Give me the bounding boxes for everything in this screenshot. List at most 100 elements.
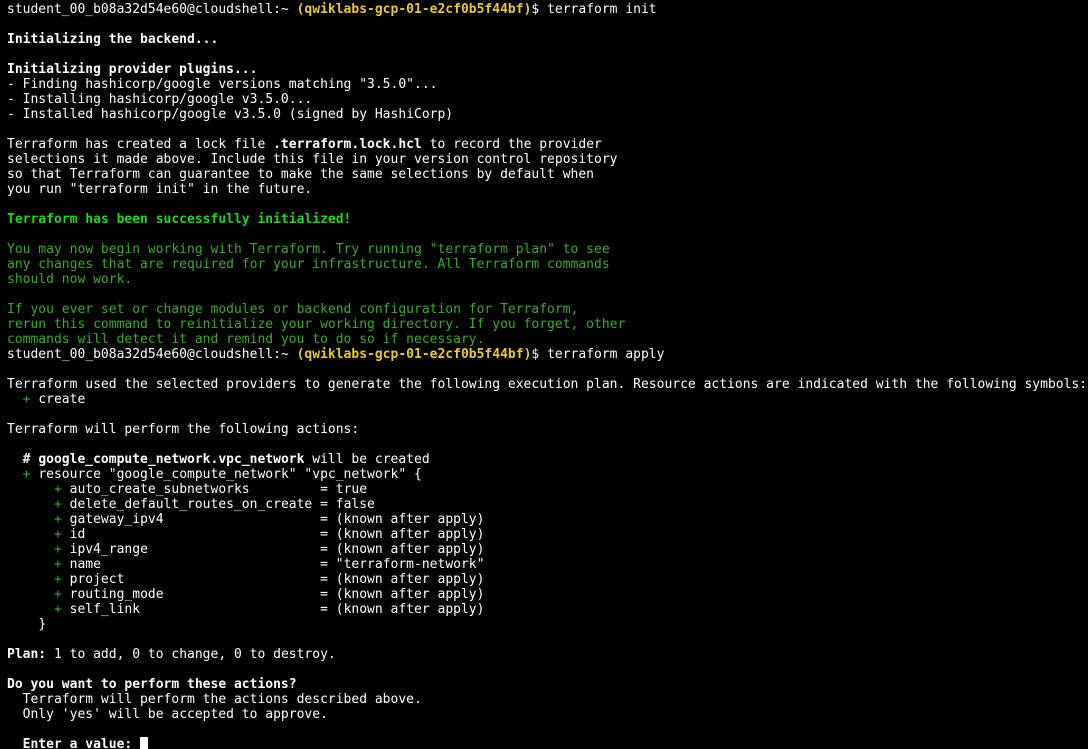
lock-text-a: Terraform has created a lock file bbox=[7, 137, 274, 152]
prompt-project: (qwiklabs-gcp-01-e2cf0b5f44bf) bbox=[296, 347, 532, 362]
attribute-value: = "terraform-network" bbox=[320, 557, 485, 572]
attribute-value: = (known after apply) bbox=[320, 527, 485, 542]
command-init: terraform init bbox=[547, 2, 657, 17]
plus-symbol: + bbox=[53, 557, 62, 572]
terminal-window[interactable]: student_00_b08a32d54e60@cloudshell:~ (qw… bbox=[0, 0, 1088, 749]
info-modules-3: commands will detect it and remind you t… bbox=[7, 332, 485, 347]
plan-intro-line: Terraform used the selected providers to… bbox=[7, 377, 1088, 392]
resource-comment-line: # google_compute_network.vpc_network wil… bbox=[7, 452, 1088, 467]
lock-file-line: Terraform has created a lock file .terra… bbox=[7, 137, 1088, 152]
text-cursor bbox=[140, 737, 149, 749]
init-plugins-line: Initializing provider plugins... bbox=[7, 62, 258, 77]
info-begin-3: should now work. bbox=[7, 272, 133, 287]
attribute-name: routing_mode bbox=[69, 587, 313, 602]
resource-attribute-row: + name = "terraform-network" bbox=[7, 557, 1088, 572]
info-modules-2: rerun this command to reinitialize your … bbox=[7, 317, 626, 332]
attribute-value: = true bbox=[320, 482, 368, 497]
plus-symbol: + bbox=[22, 467, 31, 482]
attribute-value: = (known after apply) bbox=[320, 602, 485, 617]
resource-comment-rest: will be created bbox=[304, 452, 430, 467]
prompt-line-init: student_00_b08a32d54e60@cloudshell:~ (qw… bbox=[7, 2, 1088, 17]
plus-symbol: + bbox=[53, 482, 62, 497]
attribute-value: = (known after apply) bbox=[320, 512, 485, 527]
lock-text-c: to record the provider bbox=[421, 137, 602, 152]
attribute-name: id bbox=[69, 527, 313, 542]
question-text-1: Terraform will perform the actions descr… bbox=[22, 692, 422, 707]
plus-symbol: + bbox=[22, 392, 31, 407]
attribute-name: name bbox=[69, 557, 313, 572]
question-line-2: Only 'yes' will be accepted to approve. bbox=[7, 707, 1088, 722]
lock-file-name: .terraform.lock.hcl bbox=[273, 137, 422, 152]
prompt-symbol: $ bbox=[531, 2, 540, 17]
resource-attribute-row: + routing_mode = (known after apply) bbox=[7, 587, 1088, 602]
attribute-name: ipv4_range bbox=[69, 542, 313, 557]
plus-symbol: + bbox=[53, 512, 62, 527]
resource-attribute-list: + auto_create_subnetworks = true + delet… bbox=[7, 482, 1088, 617]
installed-line: - Installed hashicorp/google v3.5.0 (sig… bbox=[7, 107, 454, 122]
finding-line: - Finding hashicorp/google versions matc… bbox=[7, 77, 438, 92]
resource-attribute-row: + self_link = (known after apply) bbox=[7, 602, 1088, 617]
installing-line: - Installing hashicorp/google v3.5.0... bbox=[7, 92, 313, 107]
attribute-name: delete_default_routes_on_create bbox=[69, 497, 313, 512]
plus-symbol: + bbox=[53, 572, 62, 587]
attribute-name: self_link bbox=[69, 602, 313, 617]
resource-attribute-row: + gateway_ipv4 = (known after apply) bbox=[7, 512, 1088, 527]
prompt-user: student_00_b08a32d54e60@cloudshell:~ bbox=[7, 347, 289, 362]
info-modules-1: If you ever set or change modules or bac… bbox=[7, 302, 579, 317]
enter-value-label: Enter a value: bbox=[22, 737, 133, 749]
close-brace-line: } bbox=[7, 617, 1088, 632]
command-apply: terraform apply bbox=[547, 347, 665, 362]
prompt-user: student_00_b08a32d54e60@cloudshell:~ bbox=[7, 2, 289, 17]
plan-summary: 1 to add, 0 to change, 0 to destroy. bbox=[46, 647, 336, 662]
attribute-name: gateway_ipv4 bbox=[69, 512, 313, 527]
close-brace: } bbox=[38, 617, 47, 632]
plus-symbol: + bbox=[53, 542, 62, 557]
comment-hash: # bbox=[22, 452, 31, 467]
question-text-2: Only 'yes' will be accepted to approve. bbox=[22, 707, 328, 722]
init-backend-line: Initializing the backend... bbox=[7, 32, 219, 47]
resource-attribute-row: + ipv4_range = (known after apply) bbox=[7, 542, 1088, 557]
perform-line: Terraform will perform the following act… bbox=[7, 422, 360, 437]
plan-summary-line: Plan: 1 to add, 0 to change, 0 to destro… bbox=[7, 647, 1088, 662]
plus-symbol: + bbox=[53, 587, 62, 602]
resource-declaration-line: + resource "google_compute_network" "vpc… bbox=[7, 467, 1088, 482]
attribute-value: = (known after apply) bbox=[320, 572, 485, 587]
prompt-line-apply: student_00_b08a32d54e60@cloudshell:~ (qw… bbox=[7, 347, 1088, 362]
resource-address: google_compute_network.vpc_network bbox=[38, 452, 305, 467]
prompt-project: (qwiklabs-gcp-01-e2cf0b5f44bf) bbox=[296, 2, 532, 17]
symbol-create-label: create bbox=[38, 392, 86, 407]
attribute-value: = (known after apply) bbox=[320, 587, 485, 602]
lock-line-3: so that Terraform can guarantee to make … bbox=[7, 167, 594, 182]
info-begin-1: You may now begin working with Terraform… bbox=[7, 242, 610, 257]
resource-declaration: resource "google_compute_network" "vpc_n… bbox=[38, 467, 422, 482]
plus-symbol: + bbox=[53, 527, 62, 542]
attribute-value: = (known after apply) bbox=[320, 542, 485, 557]
attribute-value: = false bbox=[320, 497, 375, 512]
info-begin-2: any changes that are required for your i… bbox=[7, 257, 610, 272]
attribute-name: project bbox=[69, 572, 313, 587]
lock-line-4: you run "terraform init" in the future. bbox=[7, 182, 313, 197]
question-line: Do you want to perform these actions? bbox=[7, 677, 297, 692]
plus-symbol: + bbox=[53, 497, 62, 512]
resource-attribute-row: + id = (known after apply) bbox=[7, 527, 1088, 542]
plan-label: Plan: bbox=[7, 647, 47, 662]
success-message: Terraform has been successfully initiali… bbox=[7, 212, 352, 227]
input-line[interactable]: Enter a value: bbox=[7, 737, 1088, 749]
resource-attribute-row: + project = (known after apply) bbox=[7, 572, 1088, 587]
symbol-create-line: + create bbox=[7, 392, 1088, 407]
lock-line-2: selections it made above. Include this f… bbox=[7, 152, 618, 167]
plus-symbol: + bbox=[53, 602, 62, 617]
resource-attribute-row: + auto_create_subnetworks = true bbox=[7, 482, 1088, 497]
